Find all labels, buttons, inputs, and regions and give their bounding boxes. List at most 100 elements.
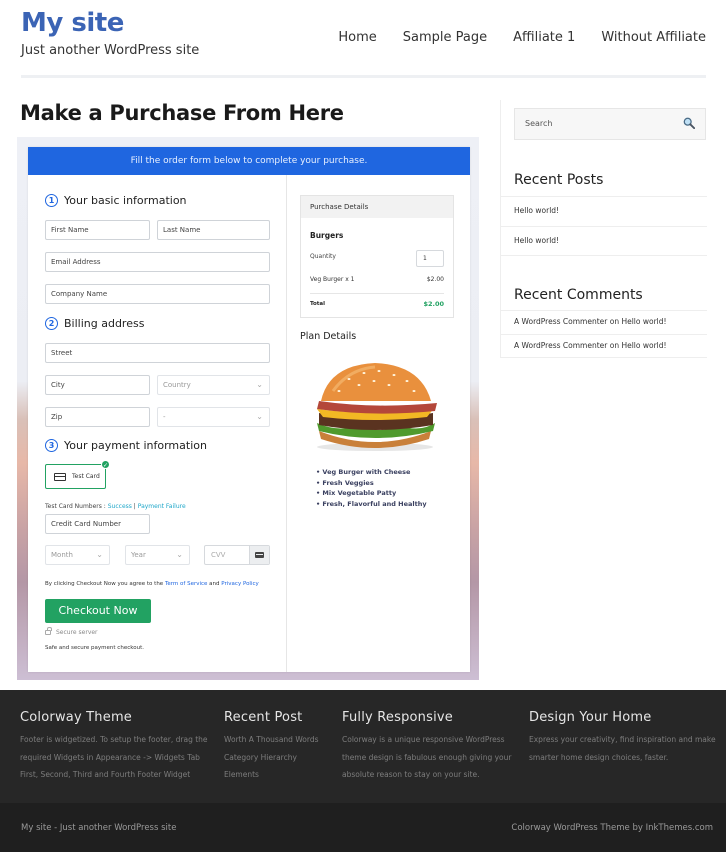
payment-method-label: Test Card [72,473,100,480]
city-input[interactable]: City [45,375,150,395]
main-nav: Home Sample Page Affiliate 1 Without Aff… [312,30,706,45]
step-basic-info: 1 Your basic information [45,194,187,207]
footer-post-link[interactable]: Category Hierarchy [224,749,334,767]
sidebar: Search Recent Posts Hello world! Hello w… [500,100,707,358]
step-number-2: 2 [45,317,58,330]
order-form: Fill the order form below to complete yo… [28,147,470,672]
search-icon[interactable] [683,117,695,129]
chevron-down-icon: ⌄ [96,550,103,559]
chevron-down-icon: ⌄ [176,550,183,559]
zip-input[interactable]: Zip [45,407,150,427]
quantity-label: Quantity [310,253,336,260]
footer-post-link[interactable]: Worth A Thousand Words [224,731,334,749]
total-value: $2.00 [423,300,444,308]
plan-details-heading: Plan Details [300,331,357,342]
burger-image [317,363,437,451]
agreement-and: and [207,581,222,587]
year-select[interactable]: Year ⌄ [125,545,190,565]
site-header: My site Just another WordPress site Home… [0,0,726,80]
chevron-down-icon: ⌄ [256,412,263,421]
total-label: Total [310,301,326,307]
footer-widgets: Colorway Theme Footer is widgetized. To … [0,690,726,803]
payment-method-test-card[interactable]: Test Card ✓ [45,460,110,489]
month-select[interactable]: Month ⌄ [45,545,110,565]
feature-item: Mix Vegetable Patty [316,488,427,499]
nav-sample-page[interactable]: Sample Page [403,30,487,45]
form-banner: Fill the order form below to complete yo… [28,147,470,175]
cvv-input[interactable]: CVV [204,545,270,565]
purchase-details: Purchase Details Burgers Quantity 1 Veg … [300,195,454,318]
footer-post-link[interactable]: Elements [224,766,334,784]
country-select-value: Country [163,381,191,389]
search-placeholder: Search [525,119,553,128]
last-name-input[interactable]: Last Name [157,220,270,240]
recent-posts-title: Recent Posts [514,172,604,188]
divider [310,293,444,294]
step-label: Billing address [64,317,145,330]
state-select[interactable]: - ⌄ [157,407,270,427]
cvv-placeholder: CVV [211,551,226,559]
nav-affiliate-1[interactable]: Affiliate 1 [513,30,575,45]
step-label: Your basic information [64,194,187,207]
safe-checkout-text: Safe and secure payment checkout. [45,645,144,651]
footer-col-text: Express your creativity, find inspiratio… [529,735,716,762]
privacy-link[interactable]: Privacy Policy [221,581,258,587]
product-name: Burgers [310,231,344,240]
recent-comment-link[interactable]: A WordPress Commenter on Hello world! [501,310,707,334]
step-number-3: 3 [45,439,58,452]
footer-col-colorway: Colorway Theme Footer is widgetized. To … [20,710,215,784]
footer-col-title: Colorway Theme [20,710,133,725]
footer-col-recent-post: Recent Post Worth A Thousand Words Categ… [224,710,334,784]
recent-post-link[interactable]: Hello world! [501,196,707,226]
footer-col-text: Footer is widgetized. To setup the foote… [20,735,208,779]
footer-col-responsive: Fully Responsive Colorway is a unique re… [342,710,517,784]
agreement-text: By clicking Checkout Now you agree to th… [45,581,165,587]
footer-theme-credit[interactable]: Colorway WordPress Theme by InkThemes.co… [511,823,713,833]
feature-item: Fresh Veggies [316,478,427,489]
checkout-button[interactable]: Checkout Now [45,599,151,623]
purchase-details-heading: Purchase Details [301,196,453,218]
footer-site-credit[interactable]: My site - Just another WordPress site [21,823,176,833]
footer-col-design-home: Design Your Home Express your creativity… [529,710,721,766]
card-icon [255,552,264,558]
first-name-input[interactable]: First Name [45,220,150,240]
line-item: Veg Burger x 1 [310,276,355,283]
footer-bottom-bar: My site - Just another WordPress site Co… [0,803,726,852]
country-select[interactable]: Country ⌄ [157,375,270,395]
success-card-link[interactable]: Success [108,503,132,510]
terms-agreement: By clicking Checkout Now you agree to th… [45,581,259,587]
test-card-label: Test Card Numbers : [45,503,108,510]
header-divider [21,75,706,78]
page-title: Make a Purchase From Here [20,101,344,125]
card-number-input[interactable]: Credit Card Number [45,514,150,534]
secure-label: Secure server [56,629,98,636]
footer-col-title: Recent Post [224,710,303,725]
nav-without-affiliate[interactable]: Without Affiliate [601,30,706,45]
recent-post-link[interactable]: Hello world! [501,226,707,256]
column-divider [286,175,287,672]
email-input[interactable]: Email Address [45,252,270,272]
step-label: Your payment information [64,439,207,452]
site-title[interactable]: My site [21,8,124,38]
step-number-1: 1 [45,194,58,207]
site-tagline: Just another WordPress site [21,43,200,58]
cvv-help-button[interactable] [249,546,269,564]
line-item-price: $2.00 [426,276,444,283]
recent-comment-link[interactable]: A WordPress Commenter on Hello world! [501,334,707,358]
plan-features: Veg Burger with Cheese Fresh Veggies Mix… [316,467,427,510]
feature-item: Fresh, Flavorful and Healthy [316,499,426,510]
recent-comments-title: Recent Comments [514,287,643,303]
secure-server-note: Secure server [45,627,98,636]
search-input[interactable]: Search [514,108,706,140]
company-input[interactable]: Company Name [45,284,270,304]
step-payment-info: 3 Your payment information [45,439,207,452]
terms-link[interactable]: Term of Service [165,581,207,587]
footer-col-title: Design Your Home [529,710,652,725]
quantity-input[interactable]: 1 [416,250,444,267]
street-input[interactable]: Street [45,343,270,363]
failure-card-link[interactable]: Payment Failure [138,503,186,510]
lock-icon [45,627,52,635]
state-select-value: - [163,413,166,421]
nav-home[interactable]: Home [338,30,376,45]
check-icon: ✓ [101,460,110,469]
